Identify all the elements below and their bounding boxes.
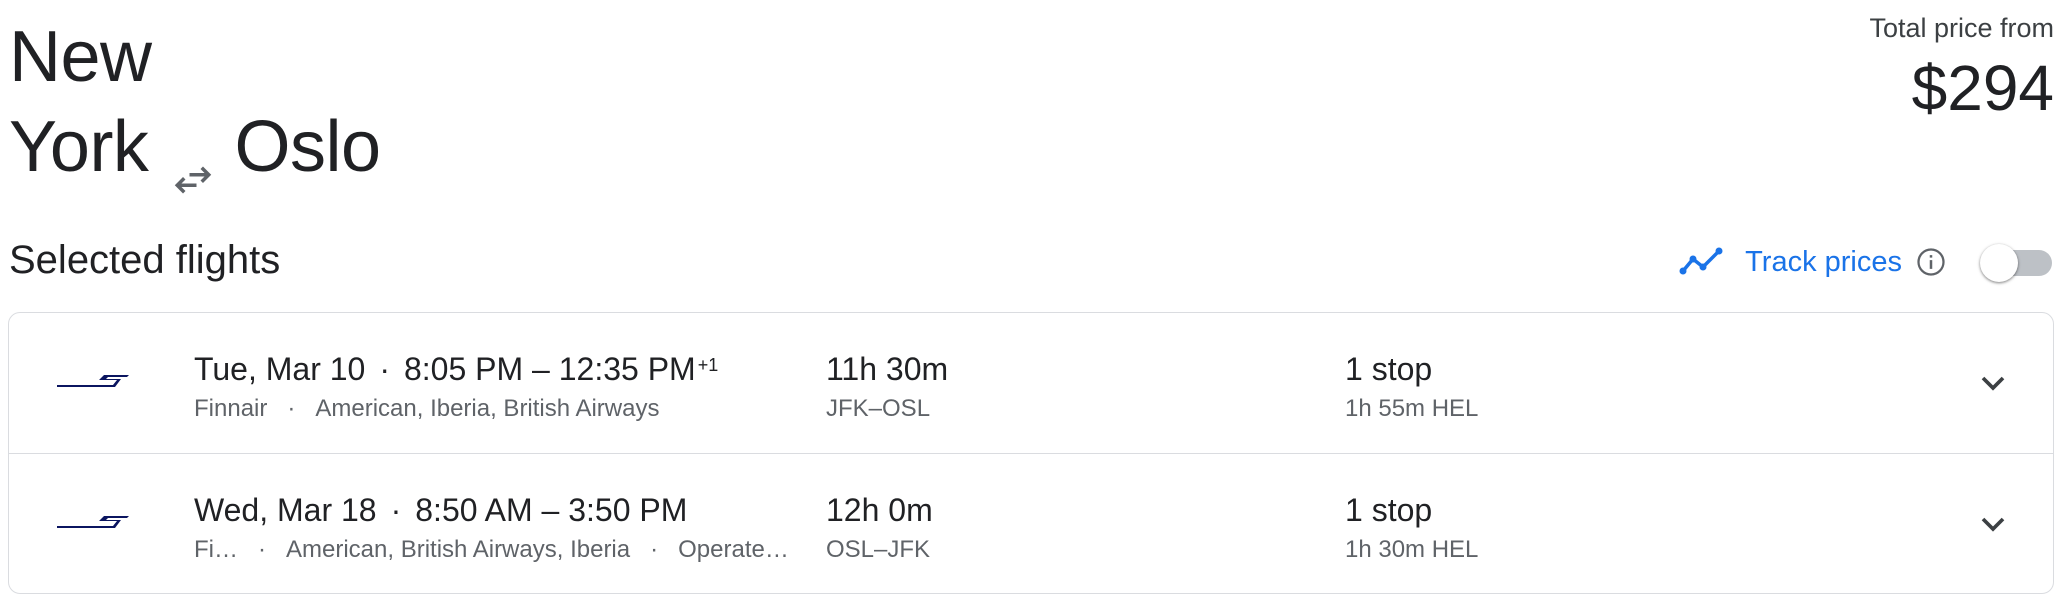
operated-by: Operate… xyxy=(678,536,789,563)
finnair-logo-icon xyxy=(57,516,129,528)
flight-date: Tue, Mar 10 xyxy=(194,351,366,387)
airport-route: OSL–JFK xyxy=(826,536,931,563)
flight-date: Wed, Mar 18 xyxy=(194,492,377,528)
airline-line: Finnair · American, Iberia, British Airway… xyxy=(194,395,660,422)
price-block: Total price from $294 xyxy=(1869,10,2054,128)
destination-city: Oslo xyxy=(234,107,381,187)
finnair-logo-icon xyxy=(57,375,129,387)
track-prices-area: Track prices xyxy=(1679,238,2052,286)
arrive-time: 12:35 PM xyxy=(558,351,696,387)
flight-duration: 11h 30m xyxy=(826,351,949,387)
flight-times: Wed, Mar 18 · 8:50 AM – 3:50 PM xyxy=(194,492,688,528)
partner-airlines: American, Iberia, British Airways xyxy=(315,395,660,422)
toggle-knob[interactable] xyxy=(1980,244,2018,282)
swap-arrows-icon xyxy=(172,132,214,194)
flight-duration: 12h 0m xyxy=(826,492,933,528)
track-prices-label: Track prices xyxy=(1745,245,1902,278)
price-label: Total price from xyxy=(1869,13,2054,43)
flight-times: Tue, Mar 10 · 8:05 PM – 12:35 PM +1 xyxy=(194,351,719,387)
day-offset: +1 xyxy=(697,355,719,375)
flight-row-return[interactable]: Wed, Mar 18 · 8:50 AM – 3:50 PM Fi… · Americ… xyxy=(9,453,2053,593)
flight-row-outbound[interactable]: Tue, Mar 10 · 8:05 PM – 12:35 PM +1 Finnair… xyxy=(9,313,2053,453)
depart-time: 8:05 PM xyxy=(403,351,524,387)
chevron-down-icon[interactable] xyxy=(1973,363,2013,403)
track-prices-button[interactable]: Track prices xyxy=(1679,246,1902,279)
origin-line1: New xyxy=(9,17,152,97)
airline-name: Finnair xyxy=(194,395,268,422)
trend-line-icon xyxy=(1679,247,1723,275)
arrive-time: 3:50 PM xyxy=(568,492,688,528)
airline-name: Fi… xyxy=(194,536,238,563)
depart-time: 8:50 AM xyxy=(415,492,533,528)
stop-count: 1 stop xyxy=(1345,351,1433,387)
selected-flights-heading: Selected flights xyxy=(9,238,281,282)
track-prices-toggle[interactable] xyxy=(1980,238,2052,286)
origin-line2: York xyxy=(9,107,149,187)
airline-line: Fi… · American, British Airways, Iberia · Op… xyxy=(194,536,789,563)
selected-flights-card: Tue, Mar 10 · 8:05 PM – 12:35 PM +1 Finnair… xyxy=(8,312,2054,594)
total-price: $294 xyxy=(1911,52,2054,124)
route-title: New York Oslo xyxy=(9,12,429,194)
stop-count: 1 stop xyxy=(1345,492,1433,528)
layover-info: 1h 55m HEL xyxy=(1345,395,1479,422)
airport-route: JFK–OSL xyxy=(826,395,931,422)
chevron-down-icon[interactable] xyxy=(1973,504,2013,544)
partner-airlines: American, British Airways, Iberia xyxy=(286,536,631,563)
layover-info: 1h 30m HEL xyxy=(1345,536,1479,563)
info-icon[interactable] xyxy=(1916,247,1946,277)
